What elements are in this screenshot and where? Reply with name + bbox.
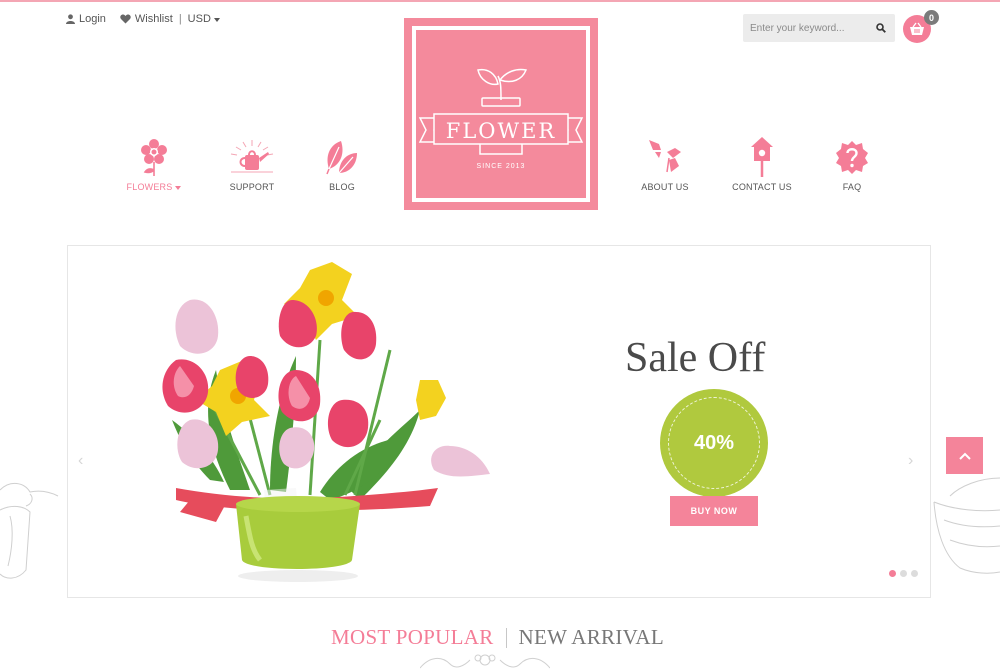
logo-since: SINCE 2013	[476, 163, 526, 170]
login-label: Login	[79, 13, 106, 25]
hero-slider: Sale Off 40% BUY NOW ‹ ›	[67, 245, 931, 598]
tab-most-popular[interactable]: MOST POPULAR	[331, 625, 494, 650]
search-input[interactable]	[743, 22, 869, 34]
scroll-to-top-button[interactable]	[946, 437, 983, 474]
slider-dot[interactable]	[900, 570, 907, 577]
tab-new-arrival[interactable]: NEW ARRIVAL	[519, 625, 664, 650]
login-link[interactable]: Login	[66, 13, 106, 25]
tulip-bouquet-image	[162, 262, 490, 582]
slider-prev-arrow[interactable]: ‹	[78, 452, 83, 470]
nav-faq-label: FAQ	[842, 182, 862, 192]
nav-faq[interactable]: FAQ	[807, 137, 897, 195]
chevron-down-icon	[175, 185, 182, 190]
buy-now-button[interactable]: BUY NOW	[670, 496, 758, 526]
utility-bar: Login Wishlist | USD	[66, 13, 220, 25]
nav-support[interactable]: SUPPORT	[207, 137, 297, 195]
slider-dot[interactable]	[911, 570, 918, 577]
nav-about-us[interactable]: ABOUT US	[620, 137, 710, 195]
decorative-teapot-sketch-left	[0, 483, 59, 579]
chevron-up-icon	[958, 452, 971, 460]
wishlist-link[interactable]: Wishlist	[120, 13, 173, 25]
watering-can-icon	[230, 140, 274, 173]
slider-dot[interactable]	[889, 570, 896, 577]
decorative-bowl-sketch-right	[933, 477, 1000, 574]
discount-percent: 40%	[693, 431, 735, 454]
chevron-down-icon	[213, 17, 220, 22]
currency-select[interactable]: USD	[188, 13, 220, 25]
nav-flowers[interactable]: FLOWERS	[109, 137, 199, 195]
nav-contact-us-label: CONTACT US	[732, 182, 792, 192]
product-tabs: MOST POPULAR NEW ARRIVAL	[331, 625, 664, 650]
currency-label: USD	[187, 13, 211, 25]
cart-button[interactable]: 0	[903, 10, 939, 43]
nav-support-label: SUPPORT	[229, 182, 275, 192]
nav-blog[interactable]: BLOG	[297, 137, 387, 195]
search-box	[743, 14, 895, 42]
nav-about-us-label: ABOUT US	[641, 182, 689, 192]
top-accent-line	[0, 0, 1000, 2]
nav-blog-label: BLOG	[329, 182, 355, 192]
butterfly-icon	[649, 140, 681, 173]
basket-icon	[910, 22, 924, 35]
search-icon	[876, 23, 886, 33]
question-badge-icon	[836, 141, 868, 174]
decorative-floral-flourish	[420, 654, 550, 669]
search-button[interactable]	[869, 14, 893, 42]
discount-badge: 40%	[660, 389, 768, 497]
wishlist-label: Wishlist	[134, 13, 173, 25]
slide-title: Sale Off	[625, 335, 766, 381]
cart-count-badge: 0	[924, 10, 939, 25]
birdhouse-icon	[751, 137, 773, 177]
flower-icon	[141, 139, 167, 176]
user-icon	[66, 14, 75, 24]
heart-icon	[120, 14, 131, 24]
site-logo[interactable]: FLOWER SINCE 2013	[404, 18, 598, 210]
nav-contact-us[interactable]: CONTACT US	[717, 137, 807, 195]
slider-next-arrow[interactable]: ›	[908, 452, 913, 470]
slider-dots	[889, 570, 922, 577]
tab-separator	[505, 627, 507, 648]
logo-wordmark: FLOWER	[445, 119, 557, 143]
utility-separator: |	[178, 13, 182, 25]
nav-flowers-label: FLOWERS	[126, 182, 173, 192]
leaves-icon	[326, 141, 357, 175]
